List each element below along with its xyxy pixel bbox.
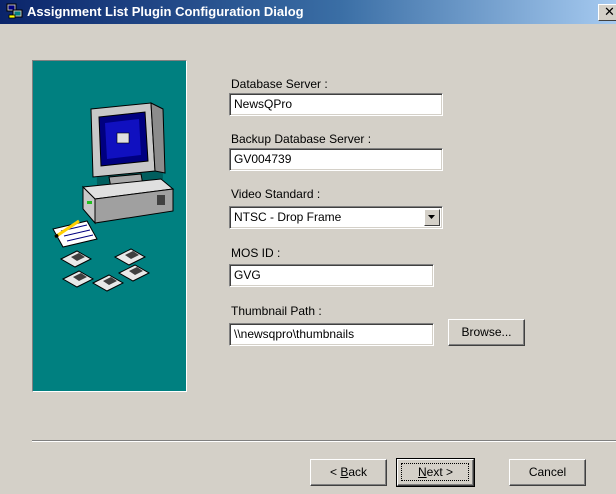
video-standard-dropdown-button[interactable] (424, 209, 440, 226)
next-button[interactable]: Next > (396, 458, 475, 487)
video-standard-value: NTSC - Drop Frame (234, 210, 342, 224)
computer-icon (81, 102, 175, 225)
back-button[interactable]: < Back (310, 459, 387, 486)
backup-database-server-input[interactable]: GV004739 (229, 148, 443, 171)
wizard-art-panel (32, 60, 187, 392)
close-button[interactable]: ✕ (598, 4, 616, 21)
video-standard-select[interactable]: NTSC - Drop Frame (229, 206, 443, 229)
floppy-disk-icon (59, 248, 151, 292)
back-button-rest: ack (348, 465, 368, 479)
window-title: Assignment List Plugin Configuration Dia… (27, 4, 304, 19)
back-button-prefix: < (329, 465, 341, 479)
backup-database-server-label: Backup Database Server : (231, 132, 372, 146)
cancel-button[interactable]: Cancel (509, 459, 586, 486)
next-button-focus-ring (401, 463, 469, 481)
browse-button[interactable]: Browse... (448, 319, 525, 346)
mos-id-input[interactable]: GVG (229, 264, 434, 287)
thumbnail-path-label: Thumbnail Path : (231, 304, 322, 318)
thumbnail-path-input[interactable]: \\newsqpro\thumbnails (229, 323, 434, 346)
mos-id-label: MOS ID : (231, 246, 281, 260)
dialog-app-icon (6, 3, 23, 19)
close-icon: ✕ (604, 4, 615, 19)
title-bar: Assignment List Plugin Configuration Dia… (0, 0, 616, 24)
database-server-label: Database Server : (231, 77, 328, 91)
database-server-input[interactable]: NewsQPro (229, 93, 443, 116)
video-standard-label: Video Standard : (231, 187, 321, 201)
notepad-icon (52, 219, 98, 248)
dropdown-arrow-icon (428, 215, 435, 219)
button-separator (32, 440, 616, 442)
